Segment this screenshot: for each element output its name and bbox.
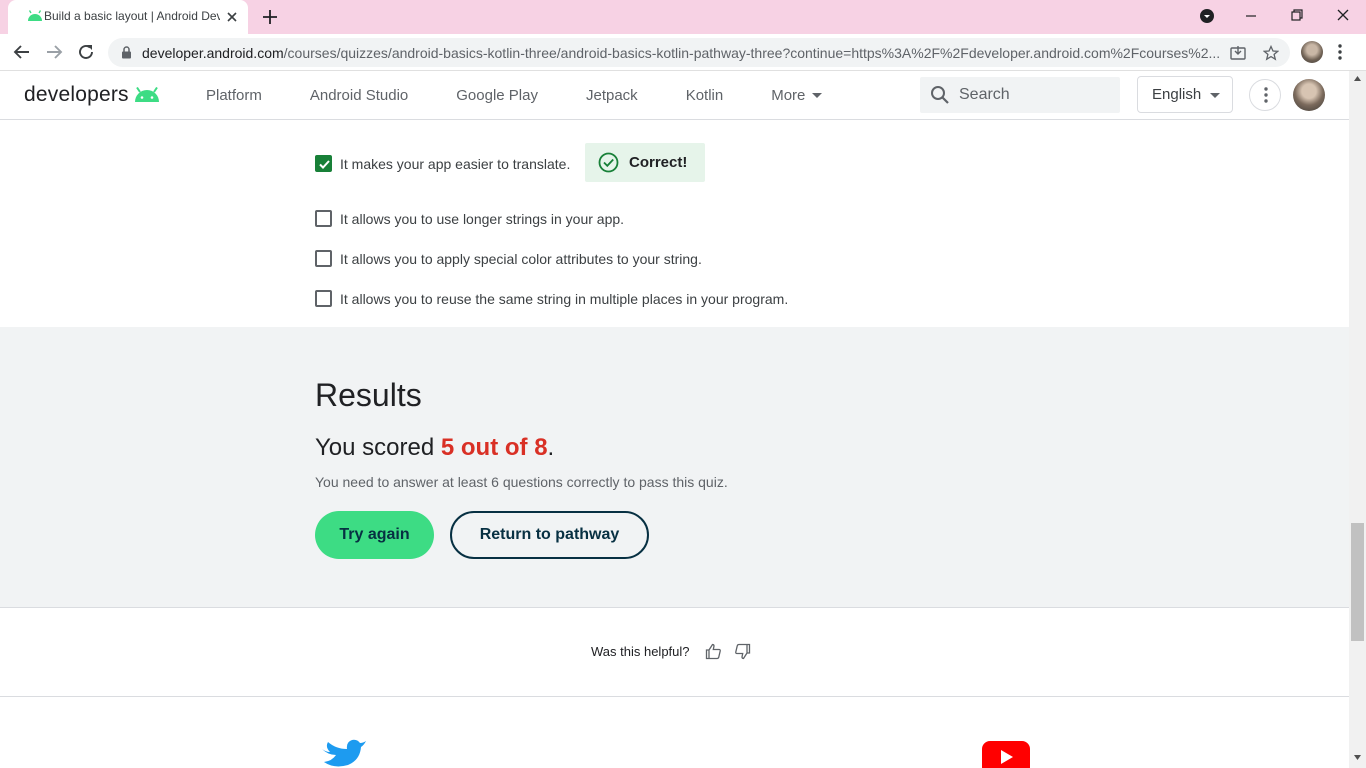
minimize-icon[interactable]: [1244, 8, 1258, 24]
page-scrollbar[interactable]: [1349, 71, 1366, 768]
option-label: It allows you to use longer strings in y…: [340, 210, 625, 227]
main-nav: Platform Android Studio Google Play Jetp…: [206, 87, 870, 104]
quiz-option[interactable]: It allows you to use longer strings in y…: [315, 210, 624, 227]
return-to-pathway-button[interactable]: Return to pathway: [450, 511, 649, 559]
more-vert-icon[interactable]: [1338, 44, 1342, 60]
checkbox-unchecked[interactable]: [315, 250, 332, 267]
footer: [0, 697, 1349, 768]
score-prefix: You scored: [315, 434, 441, 461]
account-avatar[interactable]: [1293, 79, 1325, 111]
youtube-icon[interactable]: [982, 741, 1030, 768]
language-select[interactable]: English: [1137, 76, 1233, 113]
logo-text: developers: [24, 83, 129, 106]
nav-more[interactable]: More: [771, 87, 823, 104]
nav-android-studio[interactable]: Android Studio: [310, 87, 408, 104]
feedback-bar: Was this helpful?: [0, 608, 1349, 697]
quiz-option[interactable]: It allows you to apply special color att…: [315, 250, 702, 267]
plus-icon[interactable]: [262, 9, 278, 25]
site-more-button[interactable]: [1249, 79, 1281, 111]
url-path: /courses/quizzes/android-basics-kotlin-t…: [283, 45, 1221, 61]
correct-label: Correct!: [629, 154, 688, 171]
tab-title: Build a basic layout | Android Developer…: [44, 9, 220, 23]
android-favicon-icon: [27, 10, 43, 22]
score-text: You scored 5 out of 8.: [315, 434, 554, 462]
nav-more-label: More: [771, 87, 806, 104]
thumb-up-icon[interactable]: [705, 643, 722, 660]
language-label: English: [1152, 86, 1202, 103]
option-label: It makes your app easier to translate.: [340, 155, 571, 172]
scrollbar-thumb[interactable]: [1351, 523, 1364, 641]
chrome-profile-avatar[interactable]: [1301, 41, 1323, 63]
twitter-icon[interactable]: [320, 739, 367, 768]
checkbox-unchecked[interactable]: [315, 290, 332, 307]
option-label: It allows you to apply special color att…: [340, 250, 702, 267]
helpful-label: Was this helpful?: [591, 644, 690, 659]
quiz-question: It makes your app easier to translate. C…: [0, 120, 1349, 327]
check-circle-icon: [598, 152, 619, 173]
checkbox-unchecked[interactable]: [315, 210, 332, 227]
quiz-option[interactable]: It makes your app easier to translate.: [315, 155, 570, 172]
score-suffix: .: [547, 434, 555, 461]
chrome-profile-dropdown-icon[interactable]: [1199, 8, 1215, 24]
pass-requirement-text: You need to answer at least 6 questions …: [315, 474, 728, 490]
close-icon[interactable]: [226, 11, 238, 23]
nav-jetpack[interactable]: Jetpack: [586, 87, 638, 104]
option-label: It allows you to reuse the same string i…: [340, 290, 789, 307]
checkbox-checked[interactable]: [315, 155, 332, 172]
caret-down-icon: [1210, 93, 1220, 98]
correct-badge: Correct!: [585, 143, 705, 182]
back-arrow-icon[interactable]: [13, 43, 31, 61]
restore-icon[interactable]: [1290, 8, 1304, 24]
check-icon: [319, 160, 330, 169]
caret-down-icon: [812, 93, 823, 98]
browser-tab-strip: Build a basic layout | Android Developer…: [0, 0, 1366, 34]
lock-icon[interactable]: [121, 46, 132, 59]
site-search-box[interactable]: Search: [920, 77, 1120, 113]
android-logo-icon: [133, 87, 161, 103]
install-icon[interactable]: [1230, 45, 1246, 61]
quiz-option[interactable]: It allows you to reuse the same string i…: [315, 290, 788, 307]
nav-kotlin[interactable]: Kotlin: [686, 87, 724, 104]
star-icon[interactable]: [1263, 45, 1279, 61]
scroll-down-arrow-icon[interactable]: [1354, 755, 1361, 760]
results-section: Results You scored 5 out of 8. You need …: [0, 327, 1349, 608]
search-placeholder: Search: [959, 86, 1010, 103]
url-text: developer.android.com/courses/quizzes/an…: [142, 45, 1222, 61]
score-value: 5 out of 8: [440, 434, 548, 461]
forward-arrow-icon[interactable]: [45, 43, 63, 61]
scroll-up-arrow-icon[interactable]: [1354, 76, 1361, 81]
url-host: developer.android.com: [142, 45, 284, 61]
developers-logo[interactable]: developers: [24, 83, 161, 107]
thumb-down-icon[interactable]: [734, 643, 751, 660]
nav-platform[interactable]: Platform: [206, 87, 262, 104]
browser-tab-active[interactable]: Build a basic layout | Android Developer…: [8, 0, 248, 34]
reload-icon[interactable]: [77, 43, 95, 61]
try-again-button[interactable]: Try again: [315, 511, 434, 559]
browser-toolbar: developer.android.com/courses/quizzes/an…: [0, 34, 1366, 71]
results-title: Results: [315, 377, 422, 413]
search-icon: [930, 85, 950, 105]
address-bar[interactable]: developer.android.com/courses/quizzes/an…: [108, 38, 1290, 67]
site-header: developers Platform Android Studio Googl…: [0, 71, 1349, 120]
window-close-icon[interactable]: [1336, 8, 1350, 24]
more-vert-icon: [1264, 87, 1268, 103]
nav-google-play[interactable]: Google Play: [456, 87, 538, 104]
